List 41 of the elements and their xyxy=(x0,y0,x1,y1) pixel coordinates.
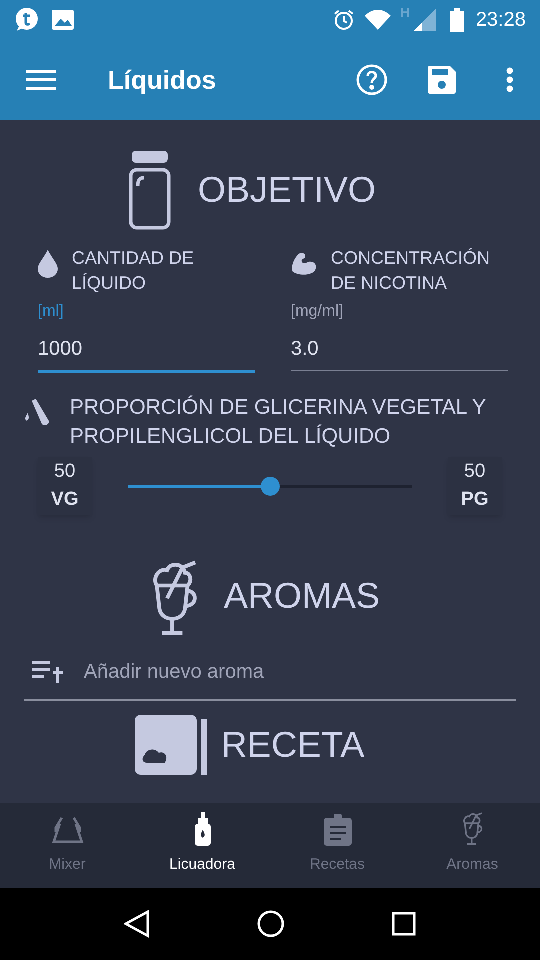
home-icon[interactable] xyxy=(256,910,285,938)
recent-apps-icon[interactable] xyxy=(392,912,416,936)
ratio-label: PROPORCIÓN DE GLICERINA VEGETAL Y PROPILENGLICOL DEL LÍQUIDO xyxy=(70,394,487,450)
unit-label: [ml] xyxy=(38,302,65,322)
clock-time: 23:28 xyxy=(476,8,526,33)
test-tube-icon xyxy=(24,399,50,427)
number-field[interactable]: 1000 xyxy=(38,334,255,373)
save-icon[interactable] xyxy=(428,66,456,94)
menu-icon[interactable] xyxy=(26,69,56,91)
nav-tab[interactable]: Licuadora xyxy=(135,803,270,888)
vg-label: VG xyxy=(51,488,79,512)
bottle-icon xyxy=(128,150,172,230)
unit-label: [mg/ml] xyxy=(291,302,344,322)
help-icon[interactable] xyxy=(356,64,388,96)
wifi-icon xyxy=(364,10,391,30)
vg-value: 50 xyxy=(54,460,76,484)
chat-bubble-icon xyxy=(14,7,40,33)
battery-icon xyxy=(450,8,464,32)
image-icon xyxy=(52,10,74,30)
pg-label: PG xyxy=(461,488,489,512)
clipboard-icon xyxy=(324,814,352,846)
dropper-bottle-icon xyxy=(192,812,212,846)
field-label: CONCENTRACIÓN DE NICOTINA xyxy=(331,247,492,295)
drop-icon xyxy=(38,250,58,278)
field-label: CANTIDAD DE LÍQUIDO xyxy=(72,247,196,295)
number-field[interactable]: 3.0 xyxy=(291,334,508,371)
objetivo-heading: OBJETIVO xyxy=(198,168,376,212)
alarm-clock-icon xyxy=(332,9,355,31)
add-aroma-field[interactable]: Añadir nuevo aroma xyxy=(84,657,516,687)
screen-title: Líquidos xyxy=(108,64,218,96)
back-icon[interactable] xyxy=(124,910,150,938)
network-type-label: H xyxy=(400,4,410,22)
aromas-heading: AROMAS xyxy=(224,574,380,618)
recipe-book-icon xyxy=(135,715,210,775)
receta-heading: RECETA xyxy=(221,725,365,765)
flexed-arm-icon xyxy=(291,252,317,276)
slider-thumb[interactable] xyxy=(261,476,280,496)
add-to-list-icon xyxy=(32,661,64,683)
pg-value: 50 xyxy=(464,460,486,484)
more-options-icon[interactable] xyxy=(506,67,514,93)
signal-icon xyxy=(414,9,436,31)
